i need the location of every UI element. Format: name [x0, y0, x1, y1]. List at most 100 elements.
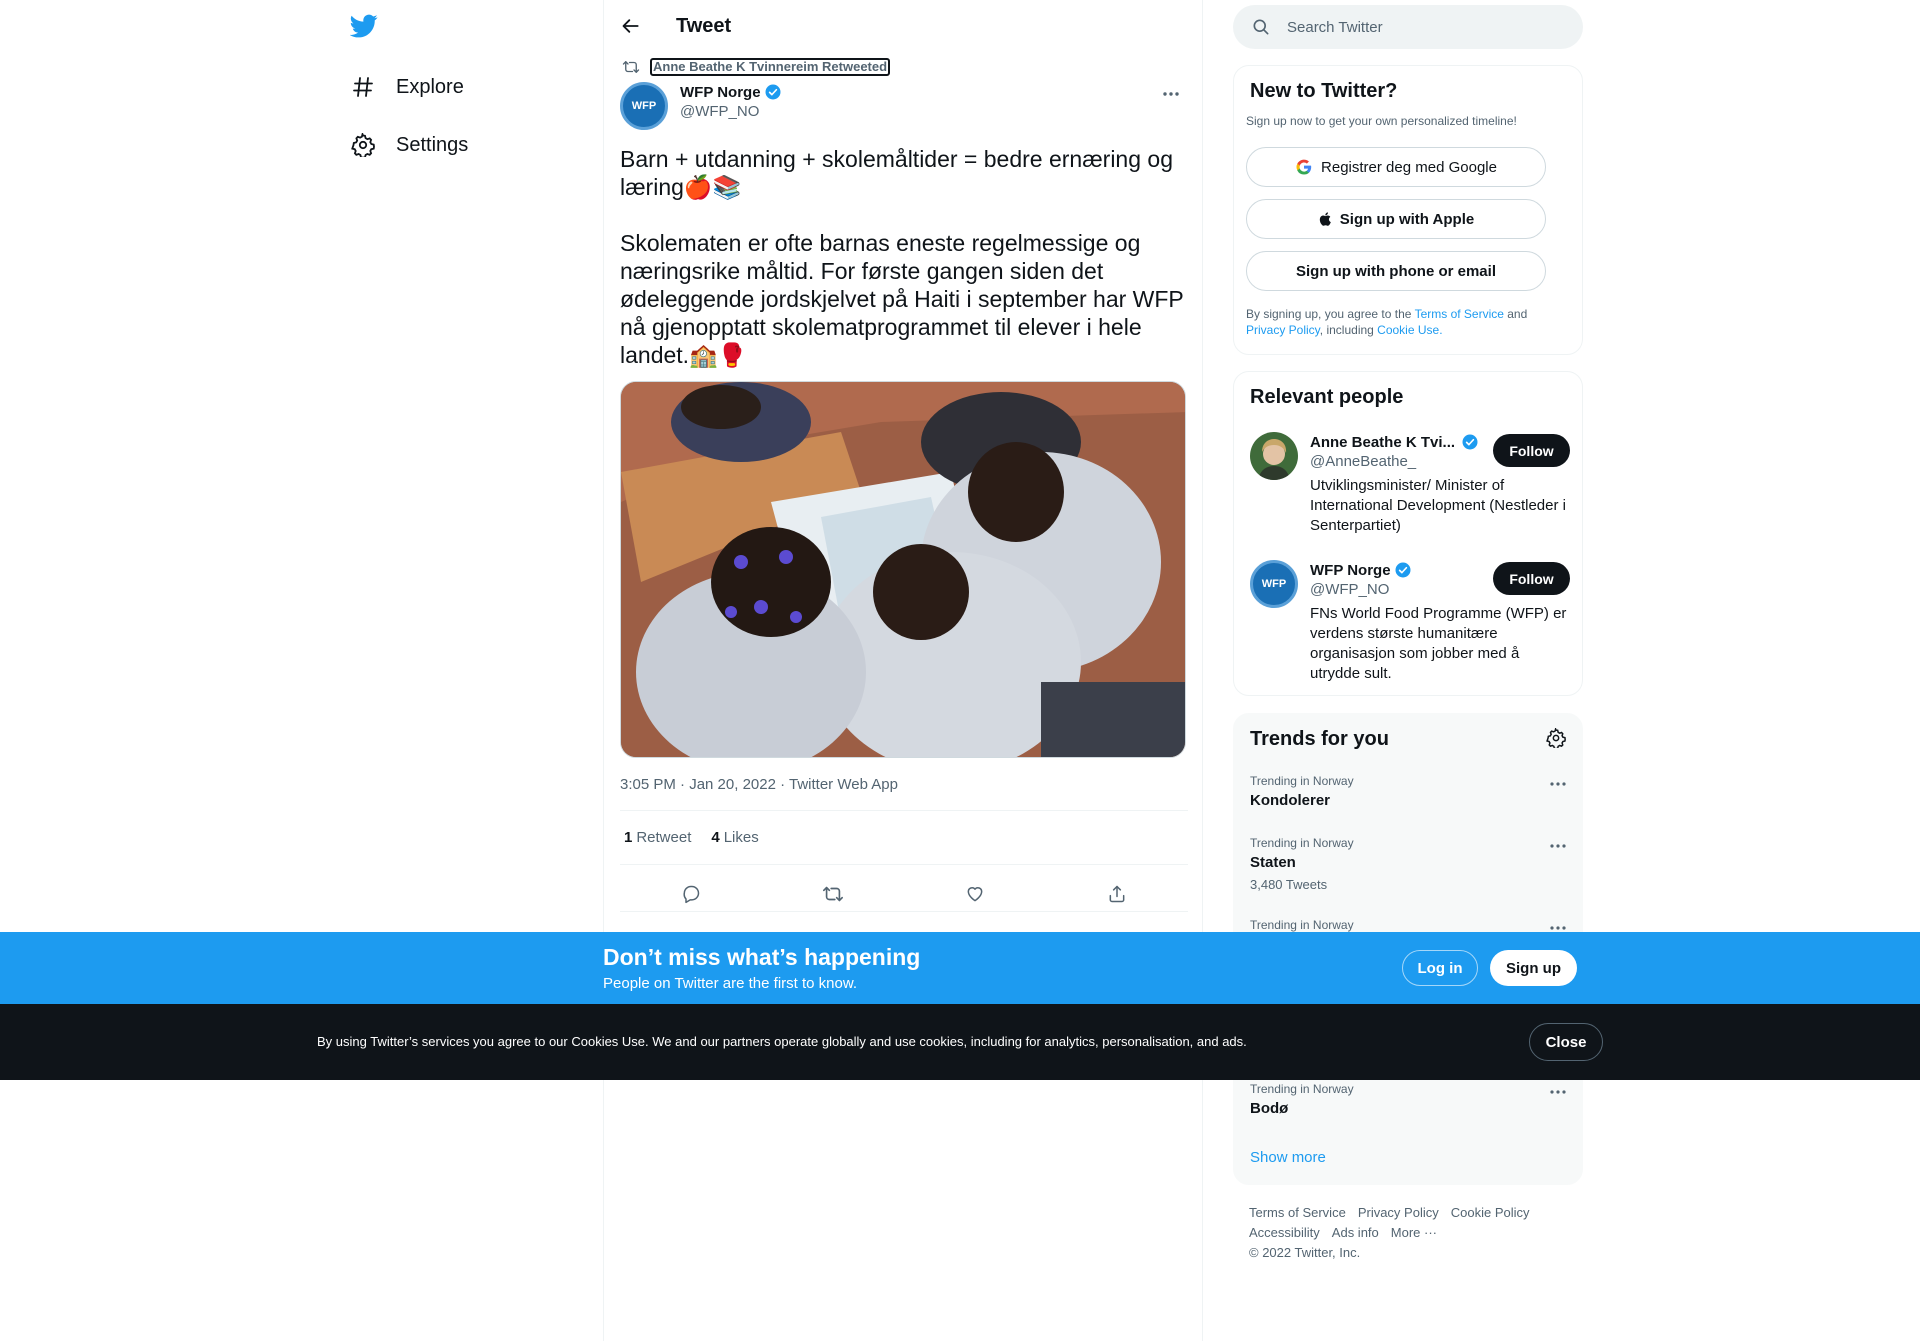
tweet-source-link[interactable]: Twitter Web App — [789, 776, 898, 793]
google-signup-button[interactable]: Registrer deg med Google — [1246, 147, 1546, 187]
avatar[interactable]: WFP — [620, 82, 668, 130]
timestamp-text[interactable]: 3:05 PM · Jan 20, 2022 · — [620, 776, 789, 793]
likes-stat[interactable]: 4 Likes — [711, 829, 758, 846]
likes-label: Likes — [723, 829, 759, 846]
search-icon — [1253, 19, 1269, 35]
person-bio: FNs World Food Programme (WFP) er verden… — [1310, 605, 1567, 682]
avatar[interactable]: WFP — [1250, 560, 1298, 608]
nav-settings[interactable]: Settings — [350, 123, 468, 167]
copyright: © 2022 Twitter, Inc. — [1249, 1245, 1361, 1260]
trend-name: Bodø — [1250, 1100, 1289, 1117]
relevant-people-card: Relevant people Anne Beathe K Tvi... @An… — [1233, 371, 1583, 696]
footer-link-accessibility[interactable]: Accessibility — [1249, 1225, 1320, 1240]
author-handle[interactable]: @WFP_NO — [680, 103, 782, 120]
signup-banner: Don’t miss what’s happening People on Tw… — [0, 932, 1920, 1004]
tweet-author[interactable]: WFP WFP Norge @WFP_NO — [620, 82, 782, 130]
trend-item[interactable]: Trending in Norway Bodø — [1250, 1082, 1570, 1117]
search-input[interactable] — [1287, 18, 1547, 36]
page-title: Tweet — [676, 15, 732, 37]
signup-banner-subtitle: People on Twitter are the first to know. — [603, 975, 858, 992]
cookie-text: By using Twitter’s services you agree to… — [317, 1034, 1247, 1049]
retweet-context: Anne Beathe K Tvinnereim Retweeted — [620, 58, 891, 76]
retweets-count: 1 — [624, 829, 633, 846]
person-name[interactable]: WFP Norge — [1310, 562, 1391, 579]
more-dots-icon — [1550, 844, 1566, 848]
search-box[interactable] — [1233, 5, 1583, 49]
reply-icon — [683, 885, 700, 904]
apple-icon — [1319, 212, 1331, 226]
trend-more-button[interactable] — [1546, 774, 1570, 794]
retweets-stat[interactable]: 1 Retweet — [624, 829, 691, 846]
privacy-link[interactable]: Privacy Policy — [1246, 323, 1320, 337]
trend-context: Trending in Norway — [1250, 774, 1354, 788]
show-more-link[interactable]: Show more — [1250, 1149, 1326, 1166]
cookie-use-link[interactable]: Cookie Use. — [1377, 323, 1442, 337]
retweet-icon — [823, 886, 843, 902]
footer-link-cookie[interactable]: Cookie Policy — [1451, 1205, 1530, 1220]
trend-item[interactable]: Trending in Norway Staten 3,480 Tweets — [1250, 836, 1570, 892]
person-item[interactable]: WFP WFP Norge @WFP_NO FNs World Food Pro… — [1250, 560, 1570, 682]
follow-button[interactable]: Follow — [1493, 562, 1570, 595]
footer-link-more[interactable]: More ··· — [1391, 1225, 1437, 1240]
nav-label: Explore — [396, 75, 464, 98]
hashtag-icon — [350, 74, 376, 100]
trend-item[interactable]: Trending in Norway Kondolerer — [1250, 774, 1570, 809]
tweet-stats: 1 Retweet 4 Likes — [624, 829, 779, 846]
tweet-column: Tweet Anne Beathe K Tvinnereim Retweeted… — [603, 0, 1203, 1341]
card-title: Relevant people — [1250, 386, 1404, 408]
tweet-photo[interactable] — [620, 381, 1186, 758]
like-button[interactable] — [958, 877, 992, 911]
cookie-close-button[interactable]: Close — [1529, 1023, 1603, 1061]
person-name[interactable]: Anne Beathe K Tvi... — [1310, 434, 1455, 451]
person-handle[interactable]: @AnneBeathe_ — [1310, 453, 1416, 470]
trend-item[interactable]: Trending in Norway — [1250, 918, 1570, 932]
footer-link-privacy[interactable]: Privacy Policy — [1358, 1205, 1439, 1220]
follow-button[interactable]: Follow — [1493, 434, 1570, 467]
footer-link-ads-info[interactable]: Ads info — [1332, 1225, 1379, 1240]
more-dots-icon — [1550, 782, 1566, 786]
cookie-banner: By using Twitter’s services you agree to… — [0, 1004, 1920, 1080]
legal-prefix: By signing up, you agree to the — [1246, 307, 1415, 321]
share-button[interactable] — [1100, 877, 1134, 911]
trend-more-button[interactable] — [1546, 1082, 1570, 1102]
card-title: Trends for you — [1250, 728, 1389, 750]
google-icon — [1296, 159, 1312, 175]
retweet-icon — [622, 61, 640, 73]
tweet-text-paragraph: Barn + utdanning + skolemåltider = bedre… — [620, 146, 1173, 200]
share-icon — [1109, 885, 1125, 903]
phone-signup-label: Sign up with phone or email — [1295, 262, 1496, 280]
phone-email-signup-button[interactable]: Sign up with phone or email — [1246, 251, 1546, 291]
nav-label: Settings — [396, 133, 469, 156]
trend-name: Staten — [1250, 854, 1296, 871]
login-button[interactable]: Log in — [1402, 950, 1478, 986]
footer-link-terms[interactable]: Terms of Service — [1249, 1205, 1346, 1220]
trend-context: Trending in Norway — [1250, 918, 1354, 932]
card-subtitle: Sign up now to get your own personalized… — [1246, 114, 1517, 128]
more-dots-icon — [1550, 1090, 1566, 1094]
person-item[interactable]: Anne Beathe K Tvi... @AnneBeathe_ Utvikl… — [1250, 432, 1570, 542]
trend-name: Kondolerer — [1250, 792, 1331, 809]
twitter-logo-icon[interactable] — [349, 12, 382, 44]
new-to-twitter-card: New to Twitter? Sign up now to get your … — [1233, 65, 1583, 355]
likes-count: 4 — [711, 829, 720, 846]
back-button[interactable] — [614, 9, 648, 43]
author-name[interactable]: WFP Norge — [680, 84, 761, 101]
avatar[interactable] — [1250, 432, 1298, 480]
terms-link[interactable]: Terms of Service — [1415, 307, 1504, 321]
more-dots-icon — [1163, 92, 1179, 96]
tweet-text-paragraph: Skolematen er ofte barnas eneste regelme… — [620, 230, 1184, 368]
retweet-context-link[interactable]: Anne Beathe K Tvinnereim Retweeted — [650, 58, 891, 76]
nav-explore[interactable]: Explore — [350, 65, 464, 109]
retweets-label: Retweet — [636, 829, 692, 846]
verified-badge-icon — [765, 84, 781, 100]
trends-settings-button[interactable] — [1546, 726, 1568, 750]
heart-icon — [967, 887, 983, 902]
trend-context: Trending in Norway — [1250, 1082, 1354, 1096]
signup-button[interactable]: Sign up — [1490, 950, 1577, 986]
apple-signup-button[interactable]: Sign up with Apple — [1246, 199, 1546, 239]
trend-more-button[interactable] — [1546, 836, 1570, 856]
tweet-more-button[interactable] — [1156, 83, 1186, 105]
person-handle[interactable]: @WFP_NO — [1310, 581, 1389, 598]
retweet-button[interactable] — [816, 877, 850, 911]
reply-button[interactable] — [674, 877, 708, 911]
